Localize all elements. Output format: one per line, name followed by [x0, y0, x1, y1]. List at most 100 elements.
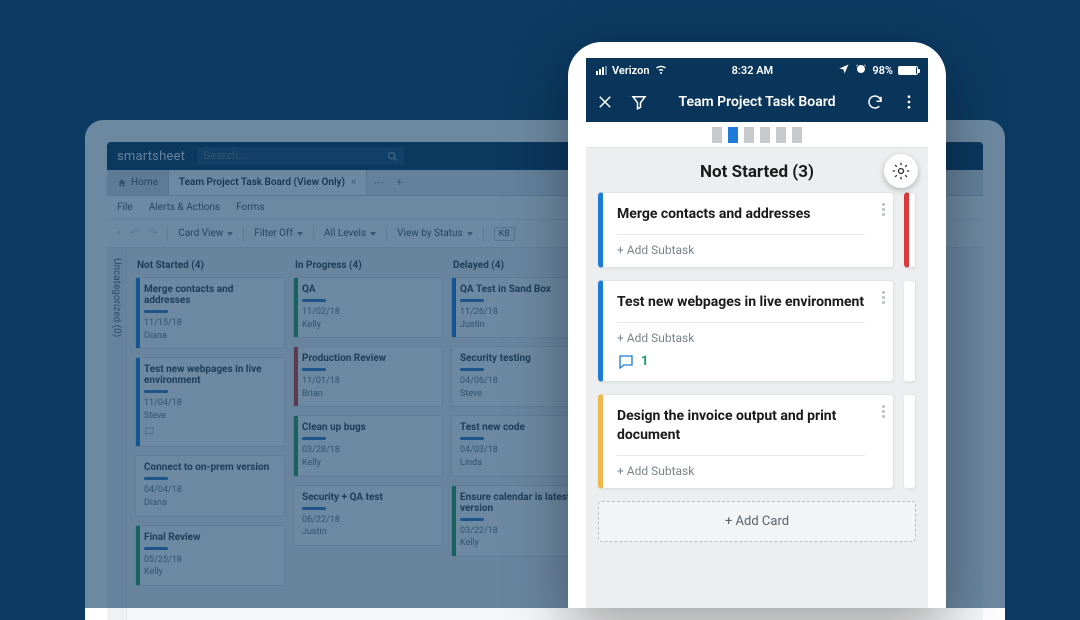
- lane-card-title: Clean up bugs: [302, 422, 436, 433]
- progress-bar: [460, 437, 484, 440]
- lane-card-date: 11/04/18: [144, 397, 278, 410]
- new-tab-button[interactable]: +: [390, 170, 408, 195]
- card-view-button[interactable]: Card View: [178, 228, 233, 239]
- lane-card[interactable]: Test new webpages in live environment 11/…: [135, 357, 285, 447]
- card-title: Design the invoice output and print docu…: [617, 407, 865, 445]
- lane-card-title: Security + QA test: [302, 492, 436, 503]
- wifi-icon: [655, 63, 667, 78]
- alarm-icon: [855, 63, 867, 78]
- menu-file[interactable]: File: [117, 202, 133, 213]
- lane-card-title: Test new webpages in live environment: [144, 364, 278, 386]
- progress-bar: [302, 507, 326, 510]
- toolbar-undo-icon[interactable]: ↶: [131, 228, 139, 239]
- lane: Not Started (4)Merge contacts and addres…: [135, 256, 285, 612]
- status-time: 8:32 AM: [732, 64, 774, 77]
- lane-card-date: 06/22/18: [302, 514, 436, 527]
- column-header: Not Started (3): [598, 156, 916, 192]
- progress-bar: [302, 437, 326, 440]
- task-card[interactable]: Test new webpages in live environment + …: [598, 280, 894, 382]
- add-subtask-button[interactable]: + Add Subtask: [617, 331, 865, 345]
- home-tab[interactable]: Home: [107, 170, 169, 195]
- card-menu-icon[interactable]: [882, 405, 885, 418]
- battery-icon: [898, 66, 918, 75]
- lane: In Progress (4)QA11/02/18KellyProduction…: [293, 256, 443, 612]
- add-subtask-button[interactable]: + Add Subtask: [617, 464, 865, 478]
- progress-bar: [460, 368, 484, 371]
- lane-card[interactable]: Production Review11/01/18Brian: [293, 346, 443, 407]
- lane-card[interactable]: Security + QA test06/22/18Justin: [293, 485, 443, 546]
- lane-indicator[interactable]: [586, 122, 928, 148]
- tab-overflow[interactable]: ⋯: [367, 170, 390, 195]
- home-tab-label: Home: [131, 177, 158, 188]
- search-wrap[interactable]: [197, 147, 404, 165]
- add-subtask-button[interactable]: + Add Subtask: [617, 243, 865, 257]
- kebab-icon[interactable]: [900, 93, 918, 111]
- kb-button[interactable]: KB: [494, 227, 515, 241]
- comment-icon: [617, 353, 635, 371]
- levels-button[interactable]: All Levels: [324, 228, 376, 239]
- progress-bar: [460, 518, 484, 521]
- lane-card[interactable]: Final Review 05/25/18Kelly: [135, 525, 285, 586]
- lane-card-date: 11/02/18: [302, 306, 436, 319]
- peek-next-card[interactable]: [904, 394, 916, 489]
- lane-card-title: Merge contacts and addresses: [144, 284, 278, 306]
- peek-next-card[interactable]: [904, 192, 916, 268]
- lane-card[interactable]: Connect to on-prem version 04/04/18Diana: [135, 455, 285, 516]
- battery-pct: 98%: [872, 64, 893, 77]
- menu-forms[interactable]: Forms: [236, 202, 264, 213]
- search-icon: [387, 151, 398, 162]
- menu-alerts[interactable]: Alerts & Actions: [149, 202, 220, 213]
- uncategorized-lane[interactable]: Uncategorized (0): [107, 248, 127, 620]
- card-comments[interactable]: 1: [617, 353, 865, 371]
- search-input[interactable]: [197, 147, 387, 165]
- home-icon: [117, 178, 127, 188]
- add-card-button[interactable]: + Add Card: [598, 501, 916, 542]
- appbar-title: Team Project Task Board: [679, 94, 836, 110]
- progress-bar: [460, 299, 484, 302]
- phone-screen: Verizon 8:32 AM 98% Team Project Task Bo…: [586, 58, 928, 608]
- lane-card-assignee: Steve: [144, 410, 278, 423]
- lane-card-assignee: Diana: [144, 330, 278, 343]
- lane-card[interactable]: Clean up bugs03/28/18Kelly: [293, 415, 443, 476]
- lane-card-comment-icon[interactable]: [144, 426, 278, 440]
- lane-card-date: 05/25/18: [144, 554, 278, 567]
- task-card[interactable]: Design the invoice output and print docu…: [598, 394, 894, 489]
- progress-bar: [144, 390, 168, 393]
- lane-card-title: Connect to on-prem version: [144, 462, 278, 473]
- lane-card-title: Final Review: [144, 532, 278, 543]
- filter-icon[interactable]: [630, 93, 648, 111]
- comment-count: 1: [641, 354, 648, 369]
- active-sheet-label: Team Project Task Board (View Only): [179, 177, 345, 188]
- brand-logo: smartsheet: [117, 149, 185, 164]
- lane-card-assignee: Diana: [144, 497, 278, 510]
- lane-header: In Progress (4): [293, 256, 443, 277]
- viewby-button[interactable]: View by Status: [397, 228, 472, 239]
- close-tab-icon[interactable]: ×: [351, 177, 356, 188]
- progress-bar: [302, 299, 326, 302]
- lane-card-title: QA: [302, 284, 436, 295]
- app-bar: Team Project Task Board: [586, 82, 928, 122]
- lane-card-assignee: Brian: [302, 388, 436, 401]
- active-sheet-tab[interactable]: Team Project Task Board (View Only) ×: [169, 170, 367, 195]
- lane-card-date: 11/15/18: [144, 317, 278, 330]
- card-menu-icon[interactable]: [882, 203, 885, 216]
- column-title: Not Started (3): [700, 162, 814, 182]
- lane-card-date: 04/04/18: [144, 484, 278, 497]
- column-content: Not Started (3) Merge contacts and addre…: [586, 148, 928, 542]
- close-icon[interactable]: [596, 93, 614, 111]
- task-card[interactable]: Merge contacts and addresses + Add Subta…: [598, 192, 894, 268]
- lane-card[interactable]: QA11/02/18Kelly: [293, 277, 443, 338]
- toolbar-dropdown-icon[interactable]: ▫: [117, 228, 121, 239]
- gear-icon: [891, 161, 911, 181]
- column-settings-button[interactable]: [884, 154, 918, 188]
- refresh-icon[interactable]: [866, 93, 884, 111]
- card-menu-icon[interactable]: [882, 291, 885, 304]
- toolbar-redo-icon[interactable]: ↷: [149, 228, 157, 239]
- card-title: Merge contacts and addresses: [617, 205, 865, 224]
- peek-next-card[interactable]: [904, 280, 916, 382]
- filter-button[interactable]: Filter Off: [254, 228, 303, 239]
- lane-card-assignee: Kelly: [144, 566, 278, 579]
- lane-card[interactable]: Merge contacts and addresses 11/15/18Dian…: [135, 277, 285, 349]
- lane-header: Not Started (4): [135, 256, 285, 277]
- progress-bar: [144, 477, 168, 480]
